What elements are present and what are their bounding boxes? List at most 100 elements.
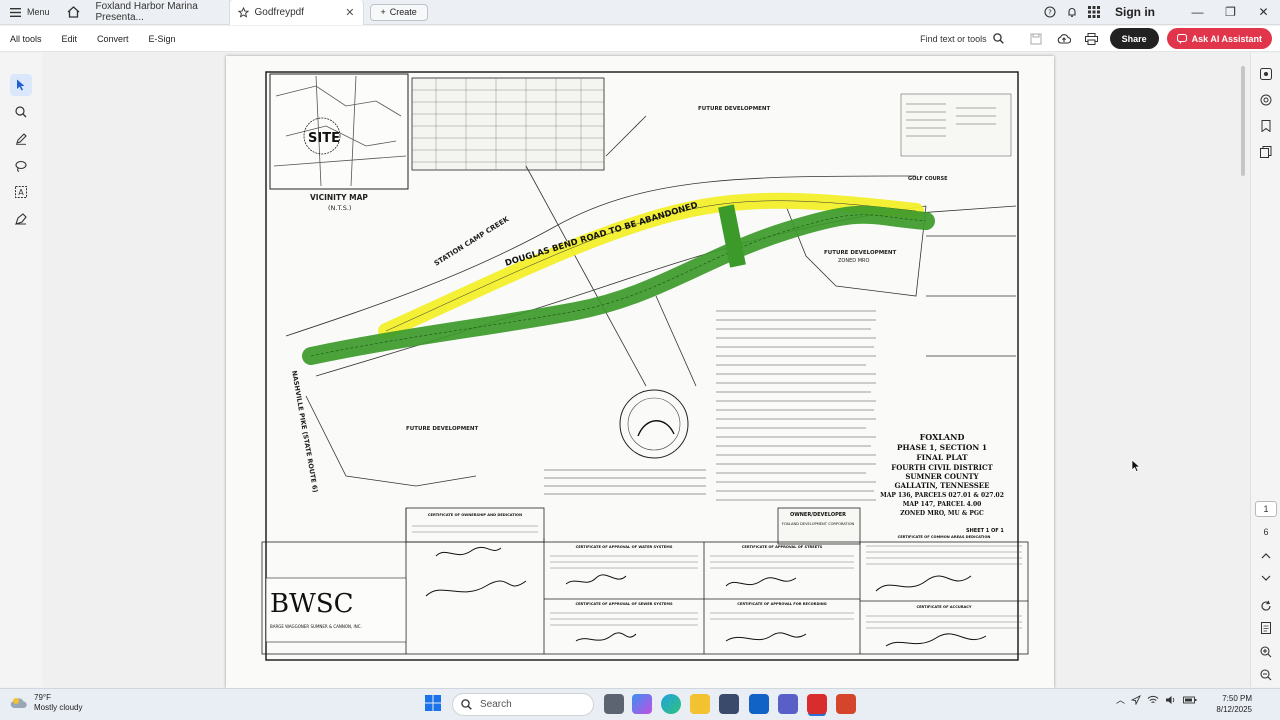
acrobat-icon[interactable]: [807, 694, 827, 714]
title-line-9: ZONED MRO, MU & PGC: [900, 510, 984, 517]
left-tool-rail: A: [0, 53, 42, 687]
all-tools-button[interactable]: All tools: [0, 34, 52, 44]
title-line-7: MAP 136, PARCELS 027.01 & 027.02: [880, 492, 1004, 499]
text-select-icon[interactable]: A: [10, 181, 32, 203]
page-info-icon[interactable]: [1257, 619, 1275, 637]
search-label: Search: [480, 699, 512, 710]
start-button[interactable]: [424, 694, 444, 714]
teams-icon[interactable]: [778, 694, 798, 714]
bwsc-subtitle: BARGE WAGGONER SUMNER & CANNON, INC.: [270, 624, 362, 629]
convert-button[interactable]: Convert: [87, 34, 139, 44]
windows-logo-icon: [425, 695, 441, 711]
bookmark-icon[interactable]: [1257, 117, 1275, 135]
weather-widget[interactable]: 79°F Mostly cloudy: [10, 693, 82, 713]
site-label: SITE: [308, 131, 340, 146]
vertical-scrollbar[interactable]: [1240, 60, 1246, 680]
share-button[interactable]: Share: [1109, 28, 1159, 49]
clock-time: 7:50 PM: [1222, 694, 1252, 703]
future-dev-label-bottom: FUTURE DEVELOPMENT: [406, 426, 479, 432]
title-line-2: PHASE 1, SECTION 1: [897, 443, 987, 452]
copilot-icon[interactable]: [632, 694, 652, 714]
home-button[interactable]: [60, 0, 88, 25]
maximize-icon[interactable]: ❐: [1214, 0, 1247, 25]
sign-in-button[interactable]: Sign in: [1115, 5, 1155, 19]
hwy-label: NASHVILLE PIKE (STATE ROUTE 6): [290, 370, 319, 493]
ai-panel-icon[interactable]: [1257, 65, 1275, 83]
edge-icon[interactable]: [661, 694, 681, 714]
upload-cloud-icon[interactable]: [1054, 29, 1074, 49]
home-icon: [67, 6, 80, 18]
current-page-field[interactable]: 1: [1255, 501, 1277, 517]
tab-foxland-presentation[interactable]: Foxland Harbor Marina Presenta...: [88, 0, 230, 25]
volume-icon[interactable]: [1165, 695, 1177, 705]
clock[interactable]: 7:50 PM 8/12/2025: [1206, 693, 1252, 715]
zoned-label-mid: ZONED MRO: [838, 258, 869, 264]
weather-desc: Mostly cloudy: [34, 703, 83, 712]
minimize-icon[interactable]: —: [1181, 0, 1214, 25]
owner-developer-label: OWNER/DEVELOPER: [790, 512, 846, 518]
cert-common-areas-title: CERTIFICATE OF COMMON AREAS DEDICATION: [898, 535, 991, 539]
page-up-icon[interactable]: [1257, 547, 1275, 565]
file-explorer-icon[interactable]: [690, 694, 710, 714]
apps-grid-icon[interactable]: [1083, 0, 1105, 25]
owner-name: FOXLAND DEVELOPMENT CORPORATION: [782, 522, 855, 526]
zoom-in-icon[interactable]: [1257, 643, 1275, 661]
store-icon[interactable]: [719, 694, 739, 714]
tab-godfreypdf[interactable]: Godfreypdf ✕: [229, 0, 364, 25]
task-view-icon[interactable]: [604, 694, 624, 714]
outlook-icon[interactable]: [749, 694, 769, 714]
plus-icon: +: [380, 7, 386, 17]
sheet-label: SHEET 1 OF 1: [966, 528, 1004, 534]
right-tool-rail: 1 6: [1250, 53, 1280, 687]
refresh-icon[interactable]: [1257, 597, 1275, 615]
title-line-5: SUMNER COUNTY: [905, 472, 979, 481]
tab-label: Godfreypdf: [254, 6, 304, 18]
plat-drawing: SITE VICINITY MAP (N.T.S.) DOUGLAS BEND …: [261, 71, 1029, 661]
cert-water-title: CERTIFICATE OF APPROVAL OF WATER SYSTEMS: [576, 545, 673, 549]
menu-button[interactable]: Menu: [0, 0, 60, 25]
page-down-icon[interactable]: [1257, 569, 1275, 587]
location-icon[interactable]: [1131, 694, 1142, 705]
find-text-tools[interactable]: Find text or tools: [920, 33, 1004, 44]
search-icon: [992, 33, 1004, 44]
title-line-8: MAP 147, PARCEL 4.00: [903, 501, 982, 508]
menu-label: Menu: [27, 7, 50, 17]
esign-button[interactable]: E-Sign: [139, 34, 186, 44]
print-icon[interactable]: [1082, 29, 1102, 49]
powerpoint-icon[interactable]: [836, 694, 856, 714]
save-icon[interactable]: [1026, 29, 1046, 49]
future-dev-label-top: FUTURE DEVELOPMENT: [698, 106, 771, 112]
help-icon[interactable]: ?: [1039, 0, 1061, 25]
lasso-tool-icon[interactable]: [10, 155, 32, 177]
total-pages: 6: [1263, 527, 1269, 537]
ask-ai-assistant-button[interactable]: Ask AI Assistant: [1166, 28, 1272, 49]
ai-sparkle-icon: [1176, 33, 1187, 44]
windows-taskbar: 79°F Mostly cloudy Search ︿ 7:50 PM 8/12…: [0, 688, 1280, 720]
star-icon[interactable]: [237, 6, 249, 18]
taskbar-search[interactable]: Search: [452, 693, 594, 716]
system-tray: ︿: [1116, 693, 1197, 706]
clock-date: 8/12/2025: [1216, 705, 1252, 714]
comment-tool-icon[interactable]: [10, 101, 32, 123]
search-icon: [461, 699, 472, 710]
cert-recording-title: CERTIFICATE OF APPROVAL FOR RECORDING: [737, 602, 827, 606]
notifications-icon[interactable]: [1061, 0, 1083, 25]
close-window-icon[interactable]: ✕: [1247, 0, 1280, 25]
close-tab-icon[interactable]: ✕: [345, 6, 354, 19]
pages-panel-icon[interactable]: [1257, 143, 1275, 161]
chevron-up-icon[interactable]: ︿: [1116, 693, 1125, 706]
cert-streets-title: CERTIFICATE OF APPROVAL OF STREETS: [742, 545, 823, 549]
zoom-out-icon[interactable]: [1257, 666, 1275, 684]
battery-icon[interactable]: [1183, 695, 1197, 705]
edit-button[interactable]: Edit: [52, 34, 88, 44]
create-button[interactable]: + Create: [369, 3, 428, 21]
cert-sewer-title: CERTIFICATE OF APPROVAL OF SEWER SYSTEMS: [575, 602, 672, 606]
pen-tool-icon[interactable]: [10, 128, 32, 150]
stamp-tool-icon[interactable]: [10, 208, 32, 230]
comments-panel-icon[interactable]: [1257, 91, 1275, 109]
scrollbar-thumb[interactable]: [1241, 66, 1245, 176]
wifi-icon[interactable]: [1147, 695, 1159, 705]
select-tool-icon[interactable]: [10, 74, 32, 96]
title-line-4: FOURTH CIVIL DISTRICT: [891, 463, 993, 472]
bwsc-logo: BWSC: [270, 589, 354, 619]
